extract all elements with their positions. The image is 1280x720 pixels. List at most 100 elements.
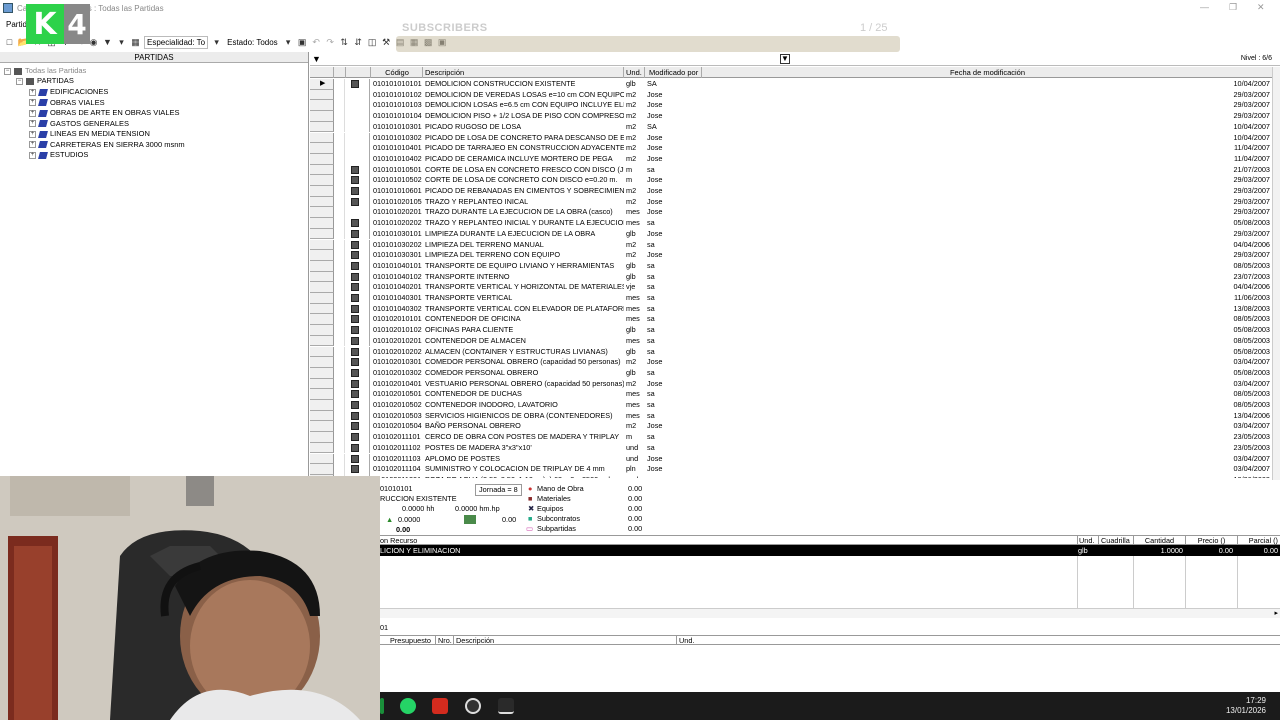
row-check[interactable] xyxy=(335,303,345,315)
row-selector[interactable] xyxy=(310,357,334,368)
tree-item-edificaciones[interactable]: + EDIFICACIONES xyxy=(29,87,108,97)
tree-root[interactable]: − Todas las Partidas xyxy=(4,66,86,76)
row-selector[interactable] xyxy=(310,303,334,315)
tree-item-obras-viales[interactable]: + OBRAS VIALES xyxy=(29,98,105,108)
col-descripcion[interactable]: Descripción xyxy=(424,67,624,78)
row-selector[interactable] xyxy=(310,250,334,261)
row-check[interactable] xyxy=(335,250,345,261)
row-selector[interactable] xyxy=(310,100,334,112)
expand-icon[interactable]: + xyxy=(29,120,36,127)
tree-item-lineas-media-tension[interactable]: + LINEAS EN MEDIA TENSION xyxy=(29,129,150,139)
chevron-down-icon[interactable]: ▾ xyxy=(283,37,294,48)
row-check[interactable] xyxy=(335,314,345,326)
new-icon[interactable]: □ xyxy=(4,37,15,48)
chevron-down-icon[interactable]: ▾ xyxy=(211,37,222,48)
row-selector[interactable] xyxy=(310,121,334,133)
row-selector[interactable] xyxy=(310,218,334,229)
row-check[interactable] xyxy=(335,153,345,165)
col-presupuesto[interactable]: Presupuesto xyxy=(388,636,436,645)
row-check[interactable] xyxy=(335,346,345,358)
table-row[interactable]: 010101020105 TRAZO Y REPLANTEO INICAL m2 Jo… xyxy=(310,196,1272,208)
table-row[interactable]: 010101030101 LIMPIEZA DURANTE LA EJECUCIO… xyxy=(310,228,1272,240)
row-check[interactable] xyxy=(335,282,345,293)
row-check[interactable] xyxy=(335,239,345,251)
expand-icon[interactable]: + xyxy=(29,99,36,106)
row-check[interactable] xyxy=(335,196,345,208)
table-row[interactable]: 010101010402 PICADO DE CERAMICA INCLUYE M… xyxy=(310,153,1272,165)
table-row[interactable]: 010101010103 DEMOLICION LOSAS e=6.5 cm CO… xyxy=(310,100,1272,112)
row-selector[interactable] xyxy=(310,164,334,176)
system-clock[interactable]: 17:29 13/01/2026 xyxy=(1226,696,1266,716)
filter-edit-icon[interactable]: ▾ xyxy=(116,37,127,48)
table-row[interactable]: 010101010102 DEMOLICION DE VEREDAS LOSAS … xyxy=(310,89,1272,101)
sort-desc-icon[interactable]: ⇵ xyxy=(353,37,364,48)
row-selector[interactable] xyxy=(310,239,334,251)
col-codigo[interactable]: Código xyxy=(372,67,423,78)
table-row[interactable]: 010101040101 TRANSPORTE DE EQUIPO LIVIANO… xyxy=(310,260,1272,272)
table-row[interactable]: 010101040302 TRANSPORTE VERTICAL CON ELEV… xyxy=(310,303,1272,315)
table-row[interactable]: 010101040301 TRANSPORTE VERTICAL mes sa 11/0… xyxy=(310,293,1272,304)
col-und-bottom[interactable]: Und. xyxy=(677,636,1280,645)
row-selector[interactable] xyxy=(310,228,334,240)
table-row[interactable]: 010102010501 CONTENEDOR DE DUCHAS mes sa 08/… xyxy=(310,389,1272,400)
row-selector[interactable] xyxy=(310,111,334,122)
estado-select[interactable]: Estado: Todos xyxy=(225,35,280,49)
row-selector[interactable] xyxy=(310,196,334,208)
table-row[interactable]: 010102010401 VESTUARIO PERSONAL OBRERO (c… xyxy=(310,378,1272,390)
row-selector[interactable] xyxy=(310,432,334,443)
tree-item-estudios[interactable]: + ESTUDIOS xyxy=(29,150,88,160)
expand-icon[interactable]: + xyxy=(29,88,36,96)
s10-app-icon[interactable] xyxy=(498,698,514,714)
row-selector[interactable] xyxy=(310,389,334,400)
row-check[interactable] xyxy=(335,175,345,186)
row-selector[interactable] xyxy=(310,271,334,283)
import-icon[interactable]: ▣ xyxy=(297,37,308,48)
row-selector[interactable] xyxy=(310,421,334,433)
restore-icon[interactable]: ❐ xyxy=(1229,2,1237,13)
level-toggle-icon[interactable]: ▼ xyxy=(780,54,790,64)
col-descripcion-bottom[interactable]: Descripción xyxy=(454,636,677,645)
redo-icon[interactable]: ↷ xyxy=(325,37,336,48)
table-row[interactable]: 010101040201 TRANSPORTE VERTICAL Y HORIZO… xyxy=(310,282,1272,293)
row-check[interactable] xyxy=(335,442,345,454)
row-check[interactable] xyxy=(335,464,345,475)
filter-icon[interactable]: ▼ xyxy=(312,54,321,64)
table-row[interactable]: 010102010504 BAÑO PERSONAL OBRERO m2 Jose 03… xyxy=(310,421,1272,433)
row-check[interactable] xyxy=(335,186,345,197)
table-row[interactable]: 010101010302 PICADO DE LOSA DE CONCRETO P… xyxy=(310,132,1272,144)
table-row[interactable]: 010102010301 COMEDOR PERSONAL OBRERO (cap… xyxy=(310,357,1272,368)
tree-item-obras-de-arte[interactable]: + OBRAS DE ARTE EN OBRAS VIALES xyxy=(29,108,180,118)
row-check[interactable] xyxy=(335,132,345,144)
scroll-right-icon[interactable]: ▸ xyxy=(1274,609,1278,617)
row-selector[interactable] xyxy=(310,346,334,358)
row-check[interactable] xyxy=(335,121,345,133)
row-check[interactable] xyxy=(335,271,345,283)
row-check[interactable] xyxy=(335,367,345,379)
table-row[interactable]: 010101020202 TRAZO Y REPLANTEO INICIAL Y … xyxy=(310,218,1272,229)
row-check[interactable] xyxy=(335,410,345,422)
row-selector[interactable] xyxy=(310,207,334,219)
table-row[interactable]: 010101010601 PICADO DE REBANADAS EN CIMEN… xyxy=(310,186,1272,197)
table-row[interactable]: 010102011101 CERCO DE OBRA CON POSTES DE … xyxy=(310,432,1272,443)
table-row[interactable]: 010101010104 DEMOLICION PISO + 1/2 LOSA D… xyxy=(310,111,1272,122)
row-check[interactable] xyxy=(335,293,345,304)
row-selector[interactable] xyxy=(310,260,334,272)
table-row[interactable]: 010102010102 OFICINAS PARA CLIENTE glb sa 05… xyxy=(310,325,1272,336)
row-selector[interactable] xyxy=(310,464,334,475)
table-row[interactable]: 010101010502 CORTE DE LOSA DE CONCRETO CO… xyxy=(310,175,1272,186)
row-check[interactable] xyxy=(335,325,345,336)
table-row[interactable]: 010102011201POZA DE AGUA (2.50x3.50x1.10… xyxy=(310,474,1272,478)
col-fecha[interactable]: Fecha de modificación xyxy=(703,67,1272,78)
row-selector[interactable] xyxy=(310,132,334,144)
row-check[interactable] xyxy=(335,111,345,122)
row-selector[interactable]: ▶ xyxy=(310,79,334,90)
expand-icon[interactable]: + xyxy=(29,130,36,138)
row-check[interactable] xyxy=(335,207,345,219)
row-selector[interactable] xyxy=(310,410,334,422)
table-row[interactable]: 010102010201 CONTENEDOR DE ALMACEN mes sa 08… xyxy=(310,335,1272,347)
table-row[interactable]: 010101020201 TRAZO DURANTE LA EJECUCION D… xyxy=(310,207,1272,219)
collapse-icon[interactable]: − xyxy=(16,77,23,85)
row-check[interactable] xyxy=(335,100,345,112)
row-selector[interactable] xyxy=(310,175,334,186)
minimize-icon[interactable]: — xyxy=(1200,2,1209,12)
